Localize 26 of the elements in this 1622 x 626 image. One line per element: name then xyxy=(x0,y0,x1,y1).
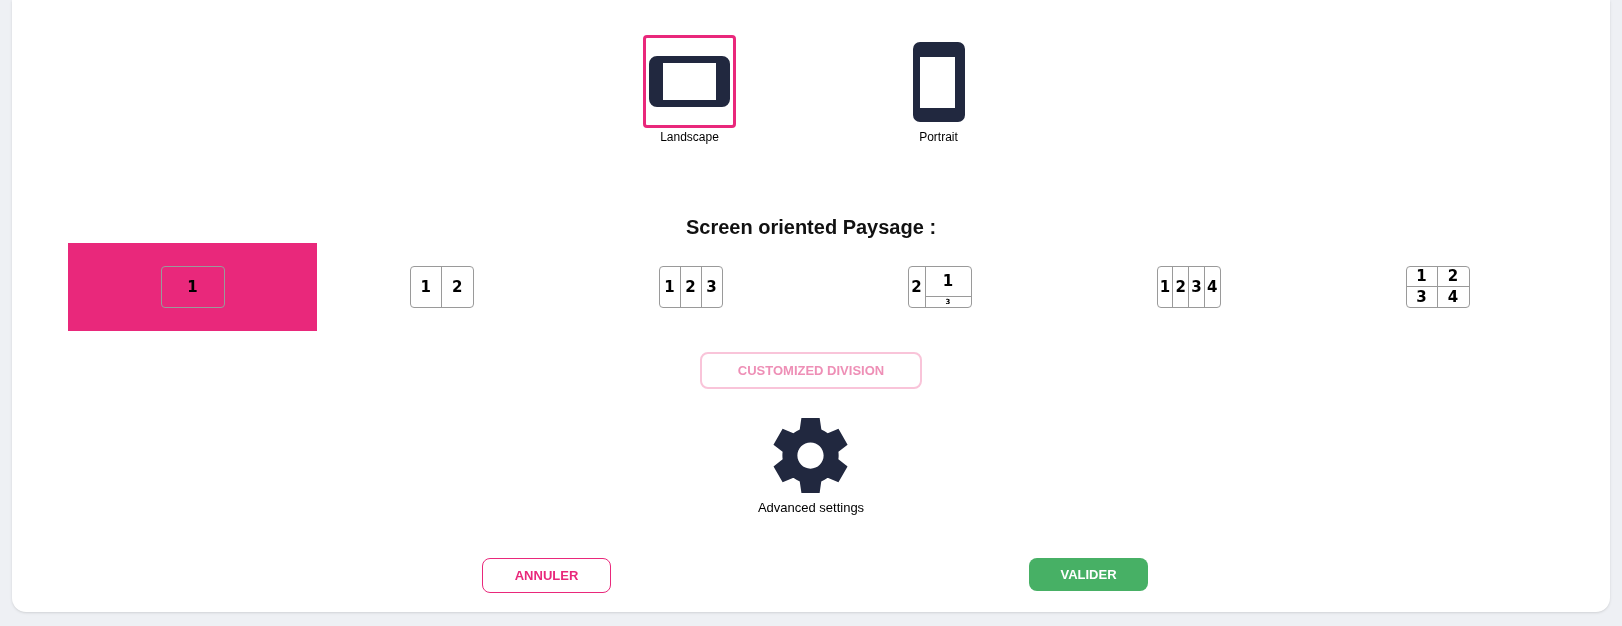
cancel-button[interactable]: ANNULER xyxy=(482,558,611,593)
landscape-screen-icon xyxy=(649,56,730,107)
advanced-settings-button[interactable]: Advanced settings xyxy=(757,418,865,516)
layout-cell-text: 1 xyxy=(186,276,199,298)
layout-cell: 4 xyxy=(1203,267,1220,307)
layout-cell: 3 xyxy=(1188,267,1204,307)
layout-cell: 2 xyxy=(1437,267,1469,287)
layout-option[interactable]: 1 xyxy=(68,243,317,331)
portrait-screen-icon xyxy=(912,41,965,122)
layout-cell-text: 1 xyxy=(1158,276,1172,298)
orientation-label: Portrait xyxy=(919,129,958,145)
orientation-option[interactable] xyxy=(643,35,736,128)
layout-cell: 2 xyxy=(441,267,473,307)
layout-cell: 2 xyxy=(908,267,926,307)
layout-cell: 2 xyxy=(1172,267,1188,307)
layout-cell: 2 xyxy=(679,267,701,307)
settings-icon xyxy=(773,418,849,493)
layout-cell-text: 4 xyxy=(1446,287,1460,307)
layout-cell: 1 xyxy=(925,267,971,297)
section-title: Screen oriented Paysage : xyxy=(685,215,937,240)
orientation-label: Landscape xyxy=(660,129,719,145)
layout-cell: 3 xyxy=(700,267,722,307)
layout-cell-text: 1 xyxy=(663,276,676,298)
layout-cell: 3 xyxy=(1406,287,1438,307)
layout-cell: 1 xyxy=(1406,267,1438,287)
layout-cell-text: 1 xyxy=(419,276,432,298)
